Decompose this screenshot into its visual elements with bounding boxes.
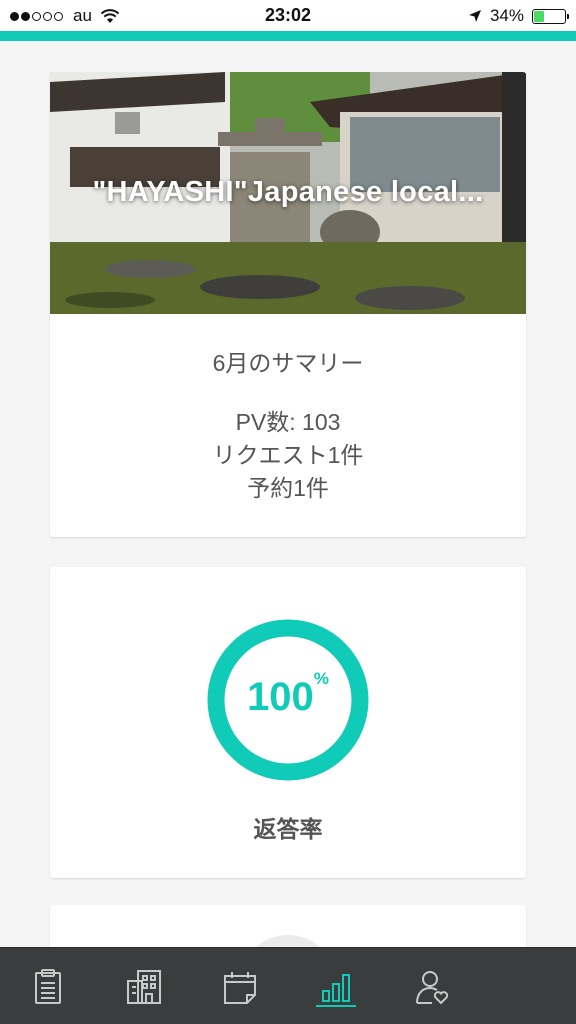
tab-statistics[interactable] [288, 948, 384, 1024]
rate-number: 100 [247, 675, 314, 719]
tab-calendar[interactable] [192, 948, 288, 1024]
calendar-icon [224, 971, 256, 1004]
response-rate-label: 返答率 [253, 816, 323, 842]
tab-clipboard[interactable] [0, 948, 96, 1024]
location-arrow-icon [468, 10, 481, 22]
header-accent-bar [0, 31, 576, 41]
page-views-stat: PV数: 103 [235, 409, 341, 435]
listing-photo: "HAYASHI"Japanese local... [50, 72, 526, 314]
response-rate-card: 100% 返答率 [50, 567, 526, 878]
battery-icon [532, 8, 569, 24]
summary-stats: PV数: 103 リクエスト1件 予約1件 [50, 406, 526, 505]
bar-chart-icon [322, 973, 350, 1002]
summary-body: 6月のサマリー PV数: 103 リクエスト1件 予約1件 [50, 344, 526, 505]
response-rate-ring: 100% [207, 619, 369, 781]
requests-stat: リクエスト1件 [212, 442, 364, 468]
summary-card[interactable]: "HAYASHI"Japanese local... 6月のサマリー PV数: … [50, 72, 526, 537]
tab-building[interactable] [96, 948, 192, 1024]
status-right: 34% [468, 6, 569, 26]
battery-percent: 34% [489, 6, 524, 25]
tab-bar [0, 947, 576, 1024]
response-rate-value: 100% [207, 669, 369, 720]
rate-unit: % [313, 669, 329, 688]
status-bar: au 23:02 34% [0, 0, 576, 31]
clipboard-icon [35, 968, 61, 1004]
summary-heading: 6月のサマリー [212, 350, 364, 376]
bookings-stat: 予約1件 [247, 475, 329, 501]
listing-title: "HAYASHI"Japanese local... [92, 176, 484, 208]
building-icon [127, 969, 161, 1004]
user-heart-icon [416, 970, 449, 1004]
tab-profile[interactable] [384, 948, 480, 1024]
